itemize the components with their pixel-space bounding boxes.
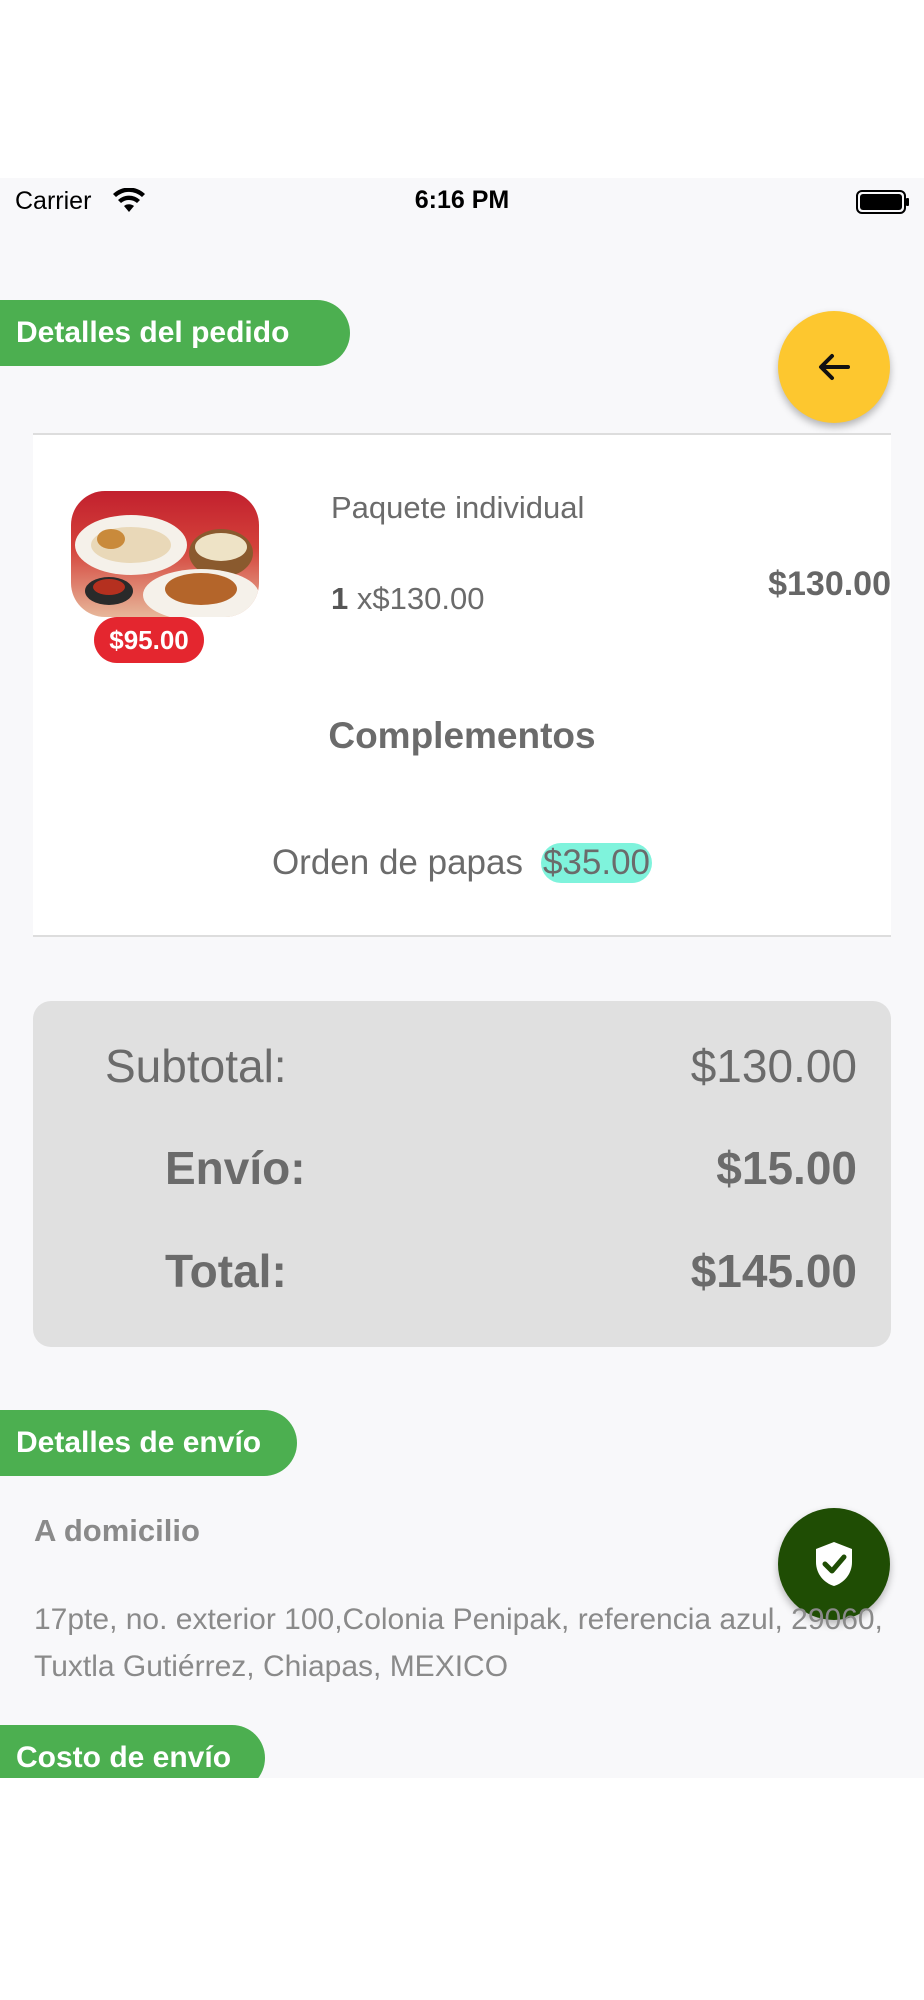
order-details-header: Detalles del pedido	[0, 300, 350, 366]
subtotal-label: Subtotal:	[105, 1040, 287, 1092]
subtotal-row: Subtotal: $130.00	[33, 1039, 891, 1099]
order-detail-screen: Carrier 6:16 PM Detalles del pedido $95.…	[0, 178, 924, 1778]
total-row: Total: $145.00	[33, 1244, 891, 1304]
battery-icon	[856, 190, 909, 214]
subtotal-value: $130.00	[690, 1040, 857, 1092]
product-line-total: $130.00	[768, 565, 891, 603]
back-button[interactable]	[778, 311, 890, 423]
total-value: $145.00	[690, 1245, 857, 1297]
complement-name: Orden de papas	[271, 843, 523, 882]
product-quantity-line: 1 x$130.00	[331, 581, 484, 617]
complement-item: Orden de papas $35.00	[33, 843, 891, 883]
shipping-label: Envío:	[165, 1142, 306, 1194]
complements-title: Complementos	[328, 715, 596, 756]
shipping-details-header: Detalles de envío	[0, 1410, 297, 1476]
shipping-cost-header: Costo de envío	[0, 1725, 265, 1778]
complement-price: $35.00	[540, 843, 653, 883]
delivery-address: 17pte, no. exterior 100,Colonia Penipak,…	[34, 1603, 883, 1683]
order-item-card: $95.00 Paquete individual 1 x$130.00 $13…	[33, 433, 891, 937]
delivery-type: A domicilio	[34, 1513, 200, 1548]
shield-check-icon	[816, 1542, 852, 1586]
product-quantity: 1	[331, 581, 349, 616]
discount-price-badge: $95.00	[94, 617, 204, 663]
product-name: Paquete individual	[331, 490, 585, 525]
arrow-left-icon	[819, 354, 850, 380]
product-image	[71, 491, 259, 617]
shipping-value: $15.00	[716, 1142, 857, 1194]
product-unit-price: x$130.00	[356, 581, 485, 616]
totals-panel: Subtotal: $130.00 Envío: $15.00 Total: $…	[33, 1001, 891, 1347]
shipping-row: Envío: $15.00	[33, 1141, 891, 1201]
status-bar: Carrier 6:16 PM	[0, 178, 924, 226]
total-label: Total:	[165, 1245, 287, 1297]
status-time: 6:16 PM	[414, 186, 510, 214]
